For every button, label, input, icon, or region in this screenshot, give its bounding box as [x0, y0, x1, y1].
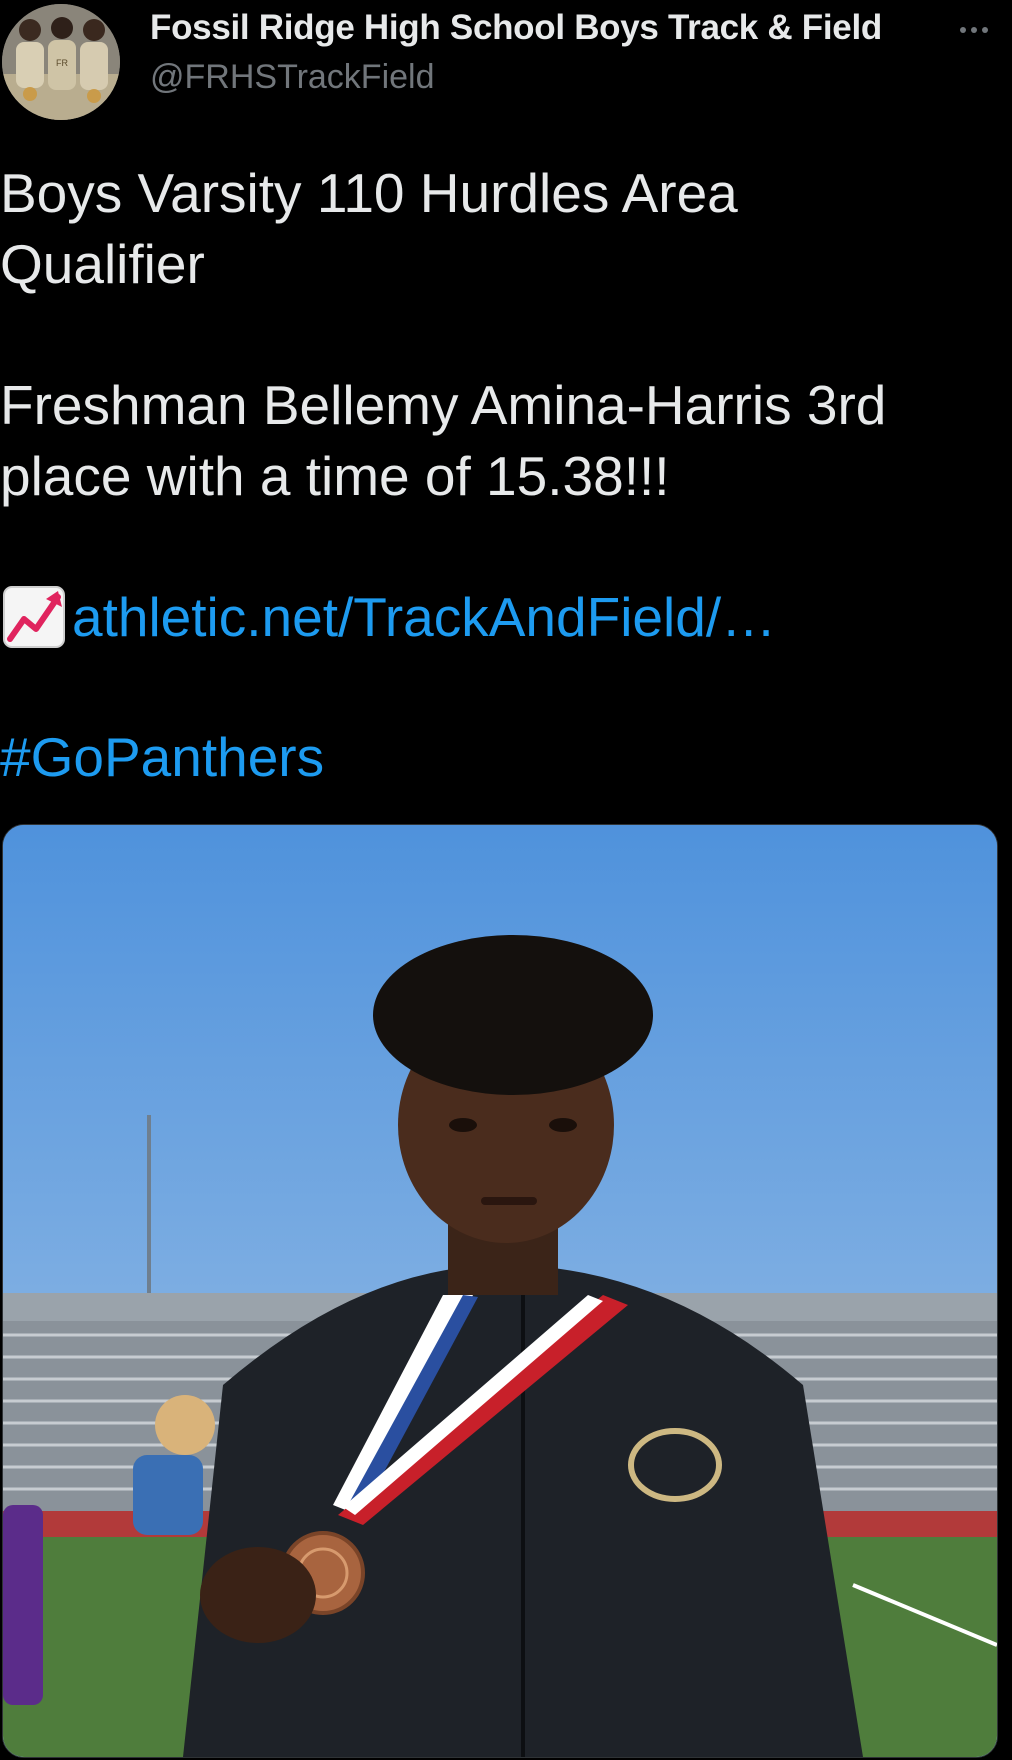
tweet[interactable]: FR Fossil Ridge High School Boys Track &… [0, 0, 1012, 1760]
tweet-text-line: place with a time of 15.38!!! [0, 445, 670, 507]
avatar-image: FR [2, 4, 120, 120]
team-photo-avatar[interactable]: FR [2, 4, 120, 120]
tweet-text-line: Freshman Bellemy Amina-Harris 3rd [0, 374, 887, 436]
link-row: athletic.net/TrackAndField/… [2, 582, 776, 652]
more-horizontal-icon[interactable] [950, 12, 998, 48]
tweet-text-line: Qualifier [0, 233, 205, 295]
author-handle[interactable]: @FRHSTrackField [150, 58, 435, 97]
athletic-net-link[interactable]: athletic.net/TrackAndField/… [72, 585, 776, 649]
tweet-text-line: Boys Varsity 110 Hurdles Area [0, 162, 738, 224]
chart-increasing-emoji [2, 585, 66, 649]
hashtag-link[interactable]: #GoPanthers [0, 722, 324, 792]
athlete-medal-photo[interactable] [2, 824, 998, 1758]
photo-illustration [3, 825, 997, 1757]
svg-text:FR: FR [56, 58, 68, 68]
author-display-name[interactable]: Fossil Ridge High School Boys Track & Fi… [150, 8, 882, 48]
